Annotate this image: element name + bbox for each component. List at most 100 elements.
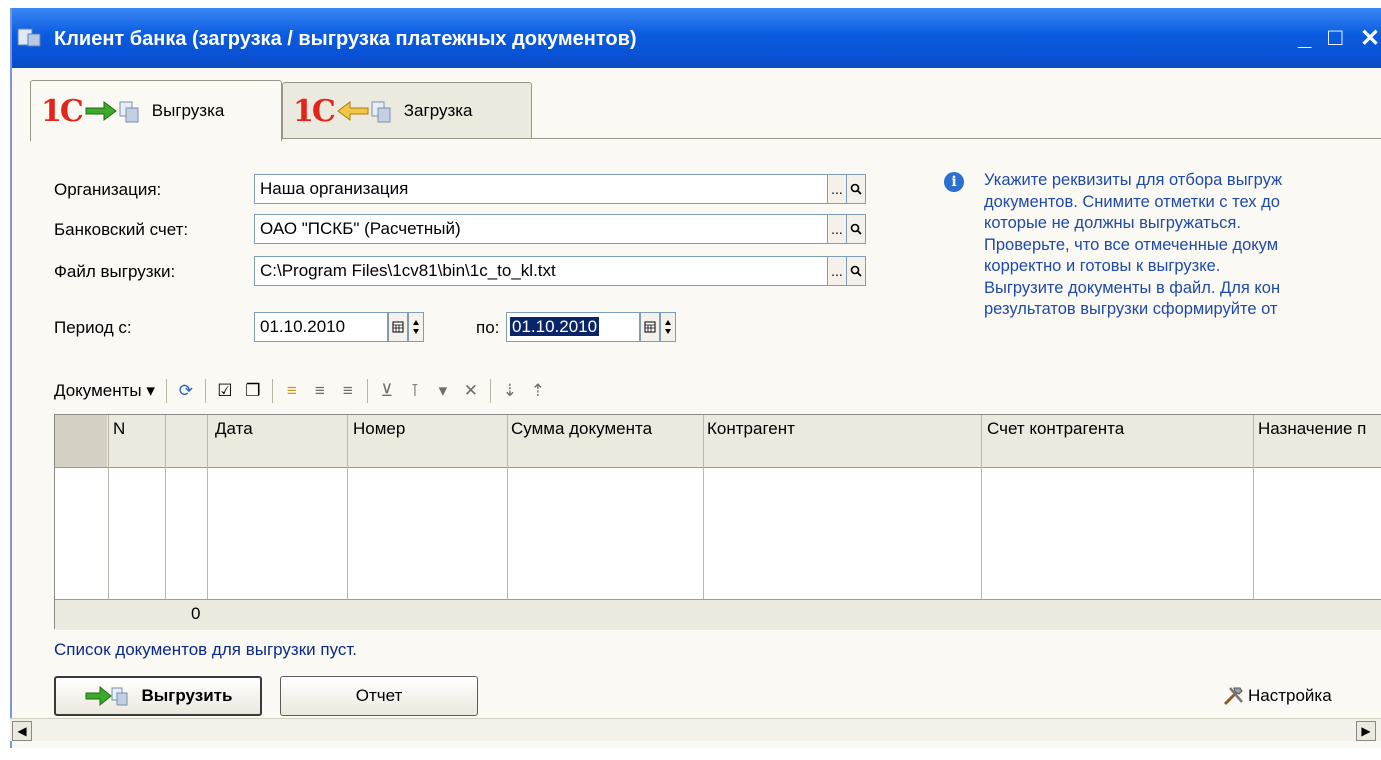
column-header-date[interactable]: Дата xyxy=(215,419,253,439)
footer-count: 0 xyxy=(191,604,201,623)
hint-line: Выгрузите документы в файл. Для кон xyxy=(984,278,1281,297)
period-to-selected-text: 01.10.2010 xyxy=(510,317,600,336)
delete-row-icon[interactable]: ≡ xyxy=(334,377,362,405)
column-divider xyxy=(703,415,704,629)
period-from-spinner[interactable] xyxy=(408,312,424,342)
app-icon xyxy=(17,28,41,47)
column-divider xyxy=(507,415,508,629)
column-header-amount[interactable]: Сумма документа xyxy=(511,419,652,439)
1c-logo-icon: 1С xyxy=(293,93,336,129)
org-label: Организация: xyxy=(54,180,162,199)
add-row-icon[interactable]: ≡ xyxy=(278,377,306,405)
export-button[interactable]: Выгрузить xyxy=(54,676,262,716)
import-arrow-icon xyxy=(336,101,391,123)
column-header-counterparty[interactable]: Контрагент xyxy=(707,419,795,439)
spinner-arrows-icon xyxy=(665,320,671,334)
settings-button[interactable]: Настройка xyxy=(1222,684,1332,708)
tab-import[interactable]: 1С Загрузка xyxy=(282,82,532,139)
tab-export-label: Выгрузка xyxy=(151,101,225,120)
account-input[interactable]: ОАО "ПСКБ" (Расчетный) xyxy=(254,214,828,244)
empty-list-message: Список документов для выгрузки пуст. xyxy=(54,640,358,659)
tab-export[interactable]: 1С Выгрузка xyxy=(30,80,282,141)
documents-table[interactable]: N Дата Номер Сумма документа Контрагент … xyxy=(54,414,1381,630)
filter-history-icon[interactable]: ▾ xyxy=(429,377,457,405)
period-to-label: по: xyxy=(476,318,500,337)
main-window: Клиент банка (загрузка / выгрузка платеж… xyxy=(10,8,1381,748)
file-input[interactable]: C:\Program Files\1cv81\bin\1c_to_kl.txt xyxy=(254,256,828,286)
documents-toolbar: Документы ▾ ⟳ ☑ ❐ ≡ ≡ ≡ ⊻ ⊺ ▾ ✕ ⇣ ⇡ xyxy=(54,374,552,408)
minimize-button[interactable]: _ xyxy=(1298,24,1311,52)
tools-icon xyxy=(1223,687,1243,706)
calendar-icon xyxy=(644,321,656,333)
export-arrow-icon xyxy=(85,685,128,707)
account-select-button[interactable]: ... xyxy=(827,214,847,244)
hint-line: документов. Снимите отметки с тех до xyxy=(984,192,1280,211)
documents-menu-button[interactable]: Документы ▾ xyxy=(54,381,155,401)
close-button[interactable]: ✕ xyxy=(1360,24,1380,53)
copy-row-icon[interactable]: ≡ xyxy=(306,377,334,405)
maximize-button[interactable]: □ xyxy=(1328,24,1343,52)
column-divider xyxy=(108,415,109,629)
tab-import-label: Загрузка xyxy=(403,101,473,120)
column-divider xyxy=(981,415,982,629)
period-label: Период с: xyxy=(54,318,132,337)
period-to-spinner[interactable] xyxy=(660,312,676,342)
org-open-button[interactable] xyxy=(846,174,866,204)
period-from-calendar-button[interactable] xyxy=(388,312,408,342)
hint-line: результатов выгрузки сформируйте от xyxy=(984,300,1278,318)
search-icon xyxy=(850,223,862,235)
period-from-input[interactable]: 01.10.2010 xyxy=(254,312,388,342)
file-open-button[interactable] xyxy=(846,256,866,286)
column-divider xyxy=(1253,415,1254,629)
toolbar-separator xyxy=(489,379,491,403)
uncheck-all-icon[interactable]: ❐ xyxy=(239,377,267,405)
calendar-icon xyxy=(392,321,404,333)
column-divider xyxy=(165,415,166,629)
toolbar-separator xyxy=(271,379,273,403)
hint-line: которые не должны выгружаться. xyxy=(984,214,1241,232)
row-marker-column xyxy=(55,415,107,467)
horizontal-scrollbar[interactable]: ◀ ▶ xyxy=(10,718,1381,741)
org-input[interactable]: Наша организация xyxy=(254,174,828,204)
info-icon: i xyxy=(944,172,964,192)
period-to-input[interactable]: 01.10.2010 xyxy=(506,312,640,342)
account-label: Банковский счет: xyxy=(54,220,189,239)
scroll-right-icon[interactable]: ▶ xyxy=(1356,721,1376,741)
sort-asc-icon[interactable]: ⇣ xyxy=(496,377,524,405)
file-select-button[interactable]: ... xyxy=(827,256,847,286)
toolbar-separator xyxy=(366,379,368,403)
column-divider xyxy=(347,415,348,629)
title-bar: Клиент банка (загрузка / выгрузка платеж… xyxy=(12,8,1381,68)
settings-label: Настройка xyxy=(1248,686,1332,705)
column-header-number[interactable]: Номер xyxy=(353,419,405,439)
file-label: Файл выгрузки: xyxy=(54,262,176,281)
refresh-icon[interactable]: ⟳ xyxy=(172,377,200,405)
check-all-icon[interactable]: ☑ xyxy=(211,377,239,405)
export-arrow-icon xyxy=(85,101,139,123)
clear-filter-icon[interactable]: ✕ xyxy=(457,377,485,405)
filter-by-value-icon[interactable]: ⊺ xyxy=(401,377,429,405)
hint-line: корректно и готовы к выгрузке. xyxy=(984,257,1221,275)
scroll-left-icon[interactable]: ◀ xyxy=(12,721,32,741)
filter-icon[interactable]: ⊻ xyxy=(373,377,401,405)
period-to-calendar-button[interactable] xyxy=(640,312,660,342)
1c-logo-icon: 1С xyxy=(41,93,84,129)
spinner-arrows-icon xyxy=(413,320,419,334)
column-divider xyxy=(207,415,208,629)
window-title: Клиент банка (загрузка / выгрузка платеж… xyxy=(54,28,637,50)
tabs-row: 1С Выгрузка 1С Загрузка xyxy=(12,68,1381,141)
account-open-button[interactable] xyxy=(846,214,866,244)
export-button-label: Выгрузить xyxy=(141,686,233,705)
table-footer: 0 xyxy=(55,599,1381,630)
search-icon xyxy=(850,265,862,277)
column-header-counterparty-account[interactable]: Счет контрагента xyxy=(987,419,1124,439)
org-select-button[interactable]: ... xyxy=(827,174,847,204)
column-header-n[interactable]: N xyxy=(113,419,125,439)
toolbar-separator xyxy=(165,379,167,403)
column-header-purpose[interactable]: Назначение п xyxy=(1258,419,1366,439)
sort-desc-icon[interactable]: ⇡ xyxy=(524,377,552,405)
hint-line: Укажите реквизиты для отбора выгруж xyxy=(984,171,1283,189)
toolbar-separator xyxy=(204,379,206,403)
table-header: N Дата Номер Сумма документа Контрагент … xyxy=(55,415,1381,468)
report-button[interactable]: Отчет xyxy=(280,676,478,716)
